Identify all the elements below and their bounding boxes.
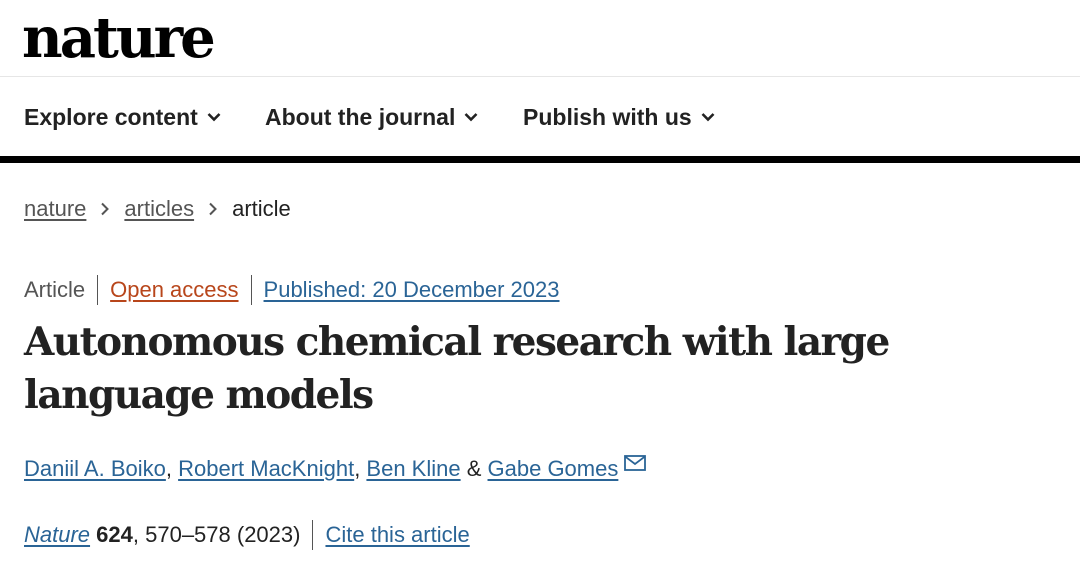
author-separator: , <box>165 456 179 481</box>
nav-publish-with-us[interactable]: Publish with us <box>523 101 715 133</box>
author-link[interactable]: Daniil A. Boiko <box>24 456 166 482</box>
nav-publish-with-us-label: Publish with us <box>523 103 692 130</box>
breadcrumb: nature articles article <box>24 194 291 224</box>
chevron-down-icon <box>207 113 221 122</box>
chevron-down-icon <box>701 113 715 122</box>
nav-divider <box>0 156 1080 163</box>
meta-divider <box>250 275 252 305</box>
main-nav: Explore content About the journal Publis… <box>0 77 1080 156</box>
pages-year: , 570–578 (2023) <box>132 522 301 547</box>
author-link[interactable]: Robert MacKnight <box>178 456 354 482</box>
article-title: Autonomous chemical research with large … <box>24 319 890 418</box>
author-link[interactable]: Gabe Gomes <box>488 456 619 482</box>
nav-explore-content[interactable]: Explore content <box>24 101 221 133</box>
breadcrumb-link-articles[interactable]: articles <box>124 196 194 222</box>
published-date-link[interactable]: Published: 20 December 2023 <box>264 277 560 303</box>
author-list: Daniil A. Boiko , Robert MacKnight , Ben… <box>24 452 647 486</box>
chevron-right-icon <box>208 202 218 216</box>
nav-explore-content-label: Explore content <box>24 103 198 130</box>
mail-icon[interactable] <box>624 455 647 471</box>
nav-about-journal[interactable]: About the journal <box>265 101 478 133</box>
open-access-link[interactable]: Open access <box>110 277 238 303</box>
chevron-down-icon <box>464 113 478 122</box>
chevron-right-icon <box>100 202 110 216</box>
nature-logo[interactable]: nature <box>22 0 216 76</box>
article-meta: Article Open access Published: 20 Decemb… <box>24 274 560 306</box>
article-type: Article <box>24 277 86 302</box>
author-link[interactable]: Ben Kline <box>366 456 460 482</box>
breadcrumb-current: article <box>232 196 291 221</box>
nav-about-journal-label: About the journal <box>265 103 456 130</box>
breadcrumb-link-nature[interactable]: nature <box>24 196 86 222</box>
author-separator: & <box>460 456 488 481</box>
author-separator: , <box>354 456 367 481</box>
citation-line: Nature 624 , 570–578 (2023) Cite this ar… <box>24 519 470 551</box>
citation-divider <box>312 520 314 550</box>
journal-volume: 624 <box>96 522 133 547</box>
cite-this-article-link[interactable]: Cite this article <box>325 522 469 548</box>
site-header: nature <box>0 0 1080 77</box>
meta-divider <box>97 275 99 305</box>
journal-link[interactable]: Nature <box>24 522 90 548</box>
